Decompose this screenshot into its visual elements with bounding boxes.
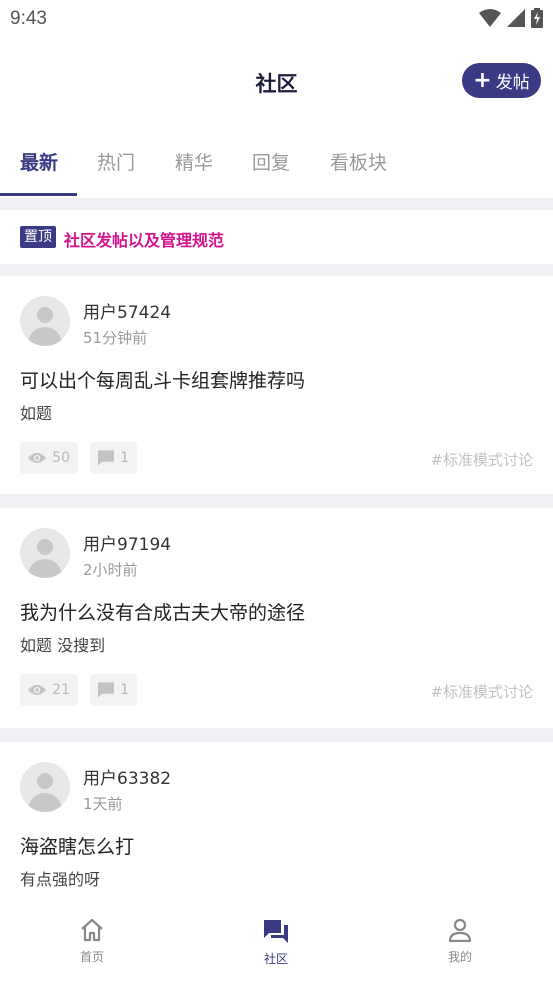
post-time: 51分钟前 bbox=[83, 329, 148, 347]
post-tag[interactable]: #标准模式讨论 bbox=[430, 449, 533, 470]
tab-boards[interactable]: 看板块 bbox=[330, 148, 387, 175]
views-count: 50 bbox=[52, 450, 70, 466]
avatar[interactable] bbox=[20, 296, 70, 346]
avatar[interactable] bbox=[20, 762, 70, 812]
new-post-button[interactable]: + 发帖 bbox=[462, 63, 541, 98]
status-time: 9:43 bbox=[10, 8, 47, 29]
signal-icon bbox=[507, 9, 525, 27]
post-card[interactable]: 用户57424 51分钟前 可以出个每周乱斗卡组套牌推荐吗 如题 50 1 #标… bbox=[0, 276, 553, 494]
post-excerpt: 有点强的呀 bbox=[20, 870, 101, 889]
comment-icon bbox=[98, 450, 115, 466]
eye-icon bbox=[28, 685, 47, 695]
status-icons bbox=[479, 8, 543, 28]
avatar[interactable] bbox=[20, 528, 70, 578]
chat-bubbles-icon bbox=[264, 920, 288, 943]
tab-latest[interactable]: 最新 bbox=[20, 148, 58, 175]
post-card[interactable]: 用户63382 1天前 海盗瞎怎么打 有点强的呀 bbox=[0, 742, 553, 904]
nav-profile[interactable]: 我的 bbox=[420, 918, 500, 965]
nav-community[interactable]: 社区 bbox=[236, 918, 316, 967]
comments-stat[interactable]: 1 bbox=[90, 442, 137, 474]
post-card[interactable]: 用户97194 2小时前 我为什么没有合成古夫大帝的途径 如题 没搜到 21 1… bbox=[0, 508, 553, 728]
new-post-label: 发帖 bbox=[495, 73, 530, 93]
tab-bar: 最新 热门 精华 回复 看板块 bbox=[0, 130, 553, 198]
pinned-badge: 置顶 bbox=[20, 226, 56, 248]
wifi-icon bbox=[479, 9, 501, 27]
post-time: 2小时前 bbox=[83, 561, 138, 579]
divider bbox=[0, 728, 553, 742]
plus-icon: + bbox=[473, 67, 492, 93]
post-tag[interactable]: #标准模式讨论 bbox=[430, 681, 533, 702]
post-time: 1天前 bbox=[83, 795, 123, 813]
divider bbox=[0, 494, 553, 508]
battery-icon bbox=[531, 8, 543, 28]
divider bbox=[0, 264, 553, 276]
tab-indicator bbox=[0, 193, 77, 196]
tab-hot[interactable]: 热门 bbox=[97, 148, 135, 175]
post-title[interactable]: 我为什么没有合成古夫大帝的途径 bbox=[20, 598, 305, 625]
pinned-title: 社区发帖以及管理规范 bbox=[64, 231, 225, 250]
person-icon bbox=[448, 918, 472, 943]
post-username[interactable]: 用户97194 bbox=[83, 530, 171, 555]
views-count: 21 bbox=[52, 682, 70, 698]
comments-stat[interactable]: 1 bbox=[90, 674, 137, 706]
nav-home[interactable]: 首页 bbox=[52, 918, 132, 965]
comments-count: 1 bbox=[120, 682, 129, 698]
eye-icon bbox=[28, 453, 47, 463]
views-stat: 21 bbox=[20, 674, 78, 706]
comment-icon bbox=[98, 682, 115, 698]
post-excerpt: 如题 没搜到 bbox=[20, 636, 106, 655]
tab-replies[interactable]: 回复 bbox=[252, 148, 290, 175]
nav-home-label: 首页 bbox=[79, 950, 104, 964]
post-excerpt: 如题 bbox=[20, 404, 53, 423]
divider bbox=[0, 198, 553, 210]
post-title[interactable]: 海盗瞎怎么打 bbox=[20, 832, 134, 859]
nav-profile-label: 我的 bbox=[447, 950, 472, 964]
home-icon bbox=[81, 918, 103, 942]
tab-featured[interactable]: 精华 bbox=[175, 148, 213, 175]
views-stat: 50 bbox=[20, 442, 78, 474]
post-username[interactable]: 用户57424 bbox=[83, 298, 171, 323]
pinned-post[interactable]: 置顶 社区发帖以及管理规范 bbox=[0, 210, 553, 264]
post-title[interactable]: 可以出个每周乱斗卡组套牌推荐吗 bbox=[20, 366, 305, 393]
comments-count: 1 bbox=[120, 450, 129, 466]
status-bar: 9:43 bbox=[0, 0, 553, 38]
post-username[interactable]: 用户63382 bbox=[83, 764, 171, 789]
bottom-nav: 首页 社区 我的 bbox=[0, 904, 553, 984]
nav-community-label: 社区 bbox=[263, 952, 288, 966]
app-header: 社区 + 发帖 bbox=[0, 38, 553, 122]
